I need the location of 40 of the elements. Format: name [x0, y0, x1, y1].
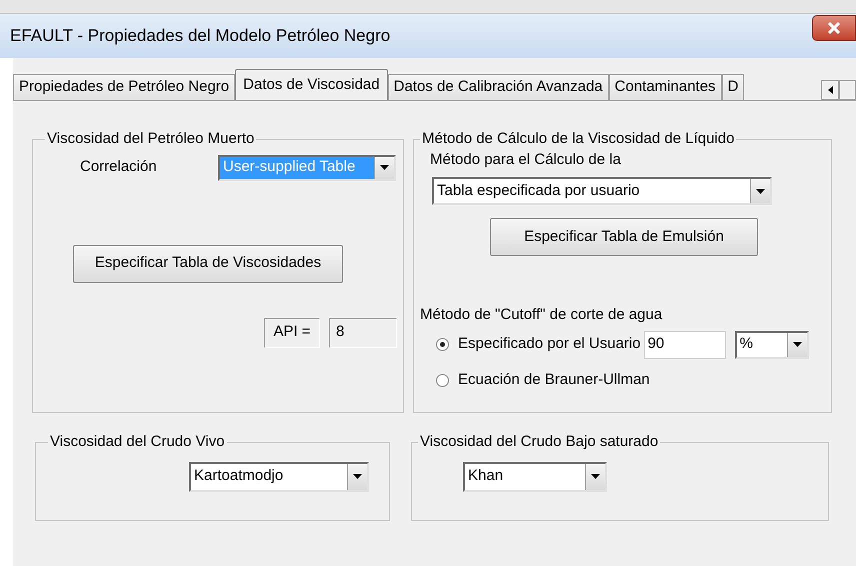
dropdown-arrow-button[interactable] — [374, 156, 394, 178]
group-title: Viscosidad del Crudo Vivo — [49, 432, 226, 452]
dropdown-arrow-button[interactable] — [750, 179, 770, 203]
window-title: EFAULT - Propiedades del Modelo Petróleo Negro — [9, 25, 390, 48]
caret-icon — [353, 474, 362, 479]
caret-icon — [756, 188, 765, 194]
cutoff-input-field[interactable]: 90 — [644, 330, 726, 358]
caret-icon — [792, 342, 802, 347]
dropdown-arrow-button[interactable] — [786, 332, 807, 356]
tab[interactable]: D — [722, 74, 744, 100]
group-title: Viscosidad del Crudo Bajo saturado — [419, 432, 660, 452]
dropdown[interactable]: % — [734, 330, 809, 358]
field-label: Correlación — [80, 157, 157, 178]
dropdown[interactable]: Kartoatmodjo — [189, 462, 369, 492]
field-label: API = — [264, 318, 320, 348]
close-button[interactable] — [812, 15, 856, 41]
group-title: Viscosidad del Petróleo Muerto — [46, 129, 256, 149]
tab[interactable]: Datos de Viscosidad — [235, 69, 388, 100]
radio-label: Ecuación de Brauner-Ullman — [458, 370, 650, 390]
dropdown[interactable]: Tabla especificada por usuario — [432, 177, 772, 205]
field-label: Método para el Cálculo de la — [429, 150, 622, 170]
dropdown-arrow-button[interactable] — [347, 464, 367, 490]
radio-button[interactable] — [436, 374, 449, 387]
radio-button[interactable] — [436, 338, 449, 351]
close-icon — [828, 22, 840, 34]
radio-label: Especificado por el Usuario — [458, 334, 641, 354]
tab[interactable]: Contaminantes — [608, 74, 722, 100]
api-value-field: 8 — [329, 318, 397, 348]
caret-icon — [380, 165, 389, 170]
group-title: Método de Cálculo de la Viscosidad de Líquido — [421, 129, 736, 149]
specify-button[interactable]: Especificar Tabla de Viscosidades — [73, 244, 343, 282]
left-arrow-icon — [828, 86, 832, 94]
specify-button[interactable]: Especificar Tabla de Emulsión — [490, 218, 758, 256]
dropdown[interactable]: Khan — [463, 462, 607, 492]
dropdown-arrow-button[interactable] — [585, 464, 605, 490]
scroll-left-button[interactable] — [821, 80, 839, 100]
caret-icon — [591, 474, 600, 479]
field-label: Método de "Cutoff" de corte de agua — [419, 305, 664, 325]
tab[interactable]: Propiedades de Petróleo Negro — [13, 74, 236, 100]
tab[interactable]: Datos de Calibración Avanzada — [388, 74, 609, 100]
